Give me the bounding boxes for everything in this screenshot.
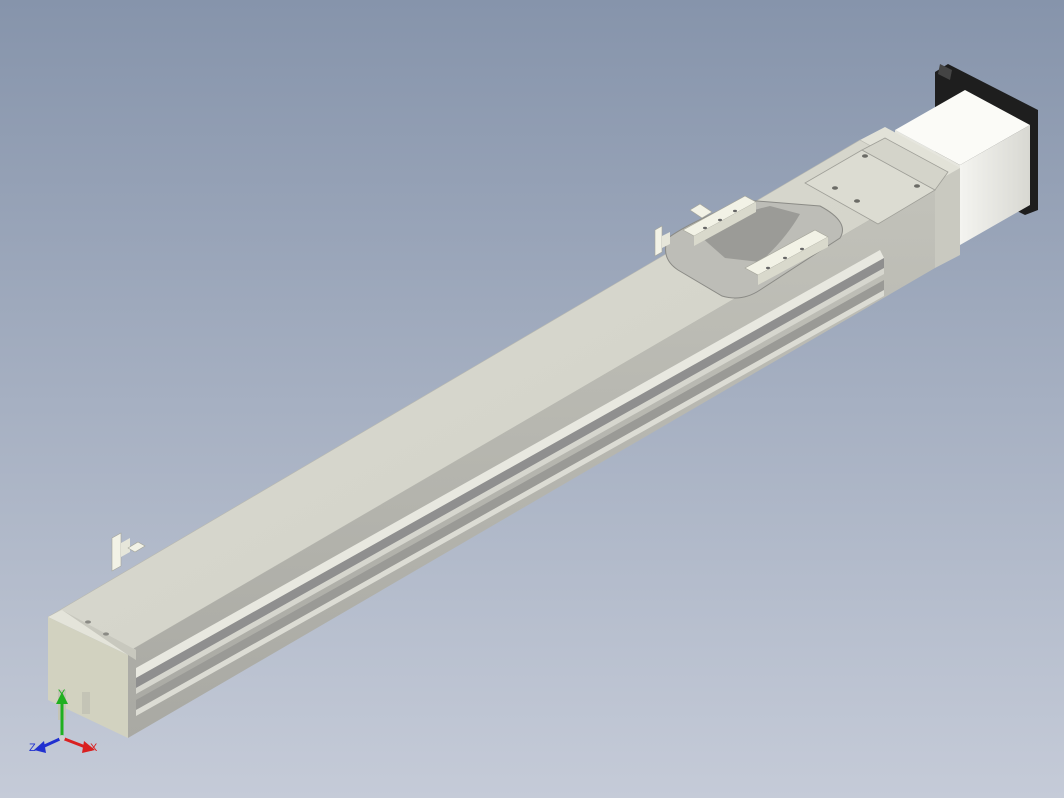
3d-model-viewport[interactable]: Y X Z	[0, 0, 1064, 798]
linear-actuator-model[interactable]: Y X Z	[0, 0, 1064, 798]
triad-y-label: Y	[58, 688, 66, 700]
rail-slot-upper	[136, 250, 884, 694]
triad-z-label: Z	[29, 742, 36, 754]
triad-x-label: X	[90, 742, 98, 754]
